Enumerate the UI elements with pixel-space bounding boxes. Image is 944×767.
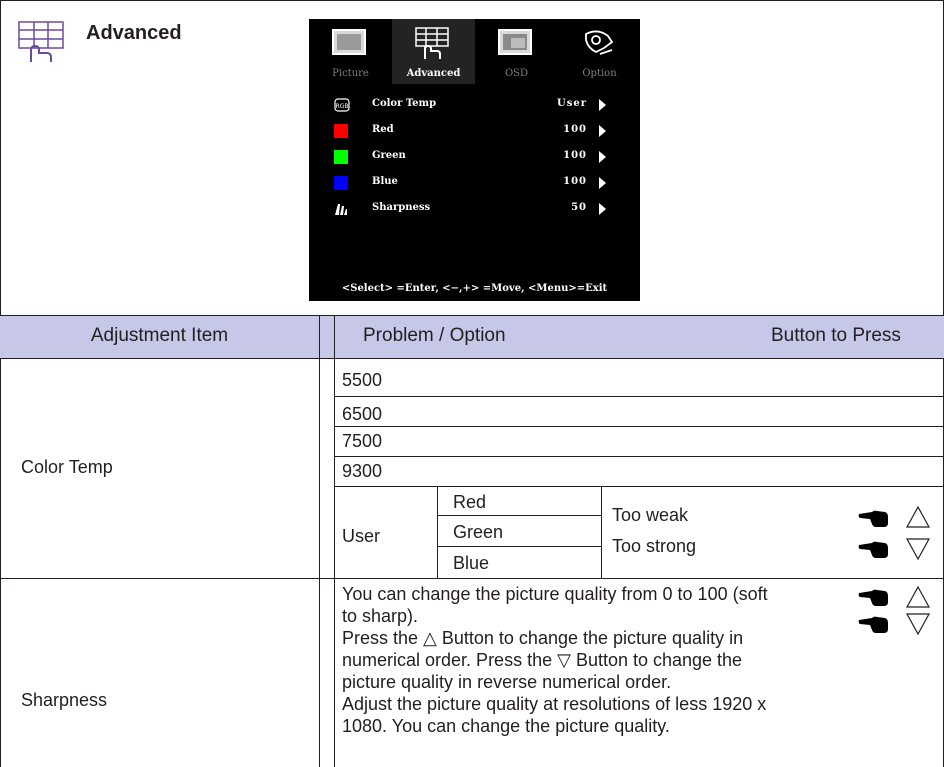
svg-text:RGB: RGB: [336, 103, 349, 110]
sharpness-line: to sharp).: [342, 606, 419, 626]
osd-tab-osd: OSD: [475, 19, 558, 84]
pointing-hand-icon: [858, 541, 888, 558]
osd-item-color-temp: RGB Color Temp User: [309, 96, 640, 116]
osd-menu-screenshot: Picture Advanced OSD Option RGB Color Te…: [309, 19, 640, 301]
section-title: Advanced: [86, 22, 182, 44]
sharpness-label: Sharpness: [21, 690, 108, 710]
divider: [319, 315, 320, 767]
sharpness-line: You can change the picture quality from …: [342, 584, 768, 604]
advanced-tab-icon: [415, 27, 449, 59]
osd-item-value: 100: [563, 124, 587, 135]
osd-hint: <Select> =Enter, <−,+> =Move, <Menu>=Exi…: [341, 283, 608, 294]
osd-item-value: 50: [571, 202, 587, 213]
green-swatch: [334, 150, 348, 164]
osd-item-value: 100: [563, 176, 587, 187]
channel-green: Green: [453, 522, 504, 542]
osd-item-value: 100: [563, 150, 587, 161]
down-triangle-icon: [905, 613, 931, 636]
divider: [0, 315, 944, 316]
osd-tab-option: Option: [558, 19, 641, 84]
left-border: [0, 0, 1, 767]
osd-tab-label: OSD: [504, 68, 529, 79]
down-triangle-icon: [905, 538, 931, 561]
osd-arrow-icon: [599, 125, 606, 137]
divider: [334, 456, 944, 457]
osd-item-name: Color Temp: [372, 98, 437, 109]
osd-tab-label: Advanced: [406, 68, 461, 79]
osd-item-name: Green: [372, 150, 406, 161]
sharpness-line: Adjust the picture quality at resolution…: [342, 694, 767, 714]
sharpness-line: numerical order. Press the ▽ Button to c…: [342, 650, 743, 670]
divider: [334, 396, 944, 397]
up-triangle-icon: [905, 585, 931, 608]
divider: [437, 486, 438, 578]
osd-tab-icon: [498, 29, 532, 55]
sharpness-line: Press the △ Button to change the picture…: [342, 628, 744, 648]
sharpness-description: You can change the picture quality from …: [342, 583, 842, 737]
advanced-menu-icon: [18, 21, 64, 62]
option-6500: 6500: [342, 404, 383, 424]
osd-tab-label: Option: [582, 68, 617, 79]
divider: [437, 515, 601, 516]
up-triangle-icon: [905, 505, 931, 528]
user-label: User: [342, 526, 381, 546]
too-weak-text: Too weak: [612, 505, 689, 525]
osd-item-name: Blue: [372, 176, 398, 187]
blue-swatch: [334, 176, 348, 190]
pointing-hand-icon: [858, 510, 888, 527]
divider: [0, 358, 944, 359]
osd-item-green: Green 100: [309, 148, 640, 168]
pointing-hand-icon: [858, 589, 888, 606]
sharpness-line: 1080. You can change the picture quality…: [342, 716, 670, 736]
option-5500: 5500: [342, 370, 383, 390]
osd-tab-advanced: Advanced: [392, 19, 475, 84]
option-9300: 9300: [342, 461, 383, 481]
divider: [334, 486, 944, 487]
option-tab-icon: [585, 30, 614, 55]
divider: [334, 426, 944, 427]
osd-arrow-icon: [599, 203, 606, 215]
too-strong-text: Too strong: [612, 536, 697, 556]
sharpness-line: picture quality in reverse numerical ord…: [342, 672, 672, 692]
osd-arrow-icon: [599, 99, 606, 111]
header-button-to-press: Button to Press: [771, 325, 901, 346]
osd-item-red: Red 100: [309, 122, 640, 142]
osd-item-sharpness: Sharpness 50: [309, 200, 640, 220]
picture-tab-icon: [332, 29, 366, 55]
divider: [437, 546, 601, 547]
color-temp-label: Color Temp: [21, 457, 113, 477]
osd-tab-picture: Picture: [309, 19, 392, 84]
option-7500: 7500: [342, 431, 383, 451]
channel-red: Red: [453, 492, 487, 512]
channel-blue: Blue: [453, 553, 490, 573]
osd-item-value: User: [557, 98, 587, 109]
divider: [0, 578, 944, 579]
osd-arrow-icon: [599, 151, 606, 163]
header-problem-option: Problem / Option: [363, 325, 506, 346]
top-border: [0, 0, 944, 1]
red-swatch: [334, 124, 348, 138]
pointing-hand-icon: [858, 616, 888, 633]
osd-item-name: Red: [372, 124, 394, 135]
osd-item-name: Sharpness: [372, 202, 431, 213]
osd-item-blue: Blue 100: [309, 174, 640, 194]
sharpness-icon: [335, 204, 347, 215]
header-adjustment-item: Adjustment Item: [90, 325, 229, 346]
osd-arrow-icon: [599, 177, 606, 189]
divider: [601, 486, 602, 578]
osd-tab-label: Picture: [332, 68, 369, 79]
rgb-icon: RGB: [334, 98, 350, 112]
divider: [334, 315, 335, 767]
